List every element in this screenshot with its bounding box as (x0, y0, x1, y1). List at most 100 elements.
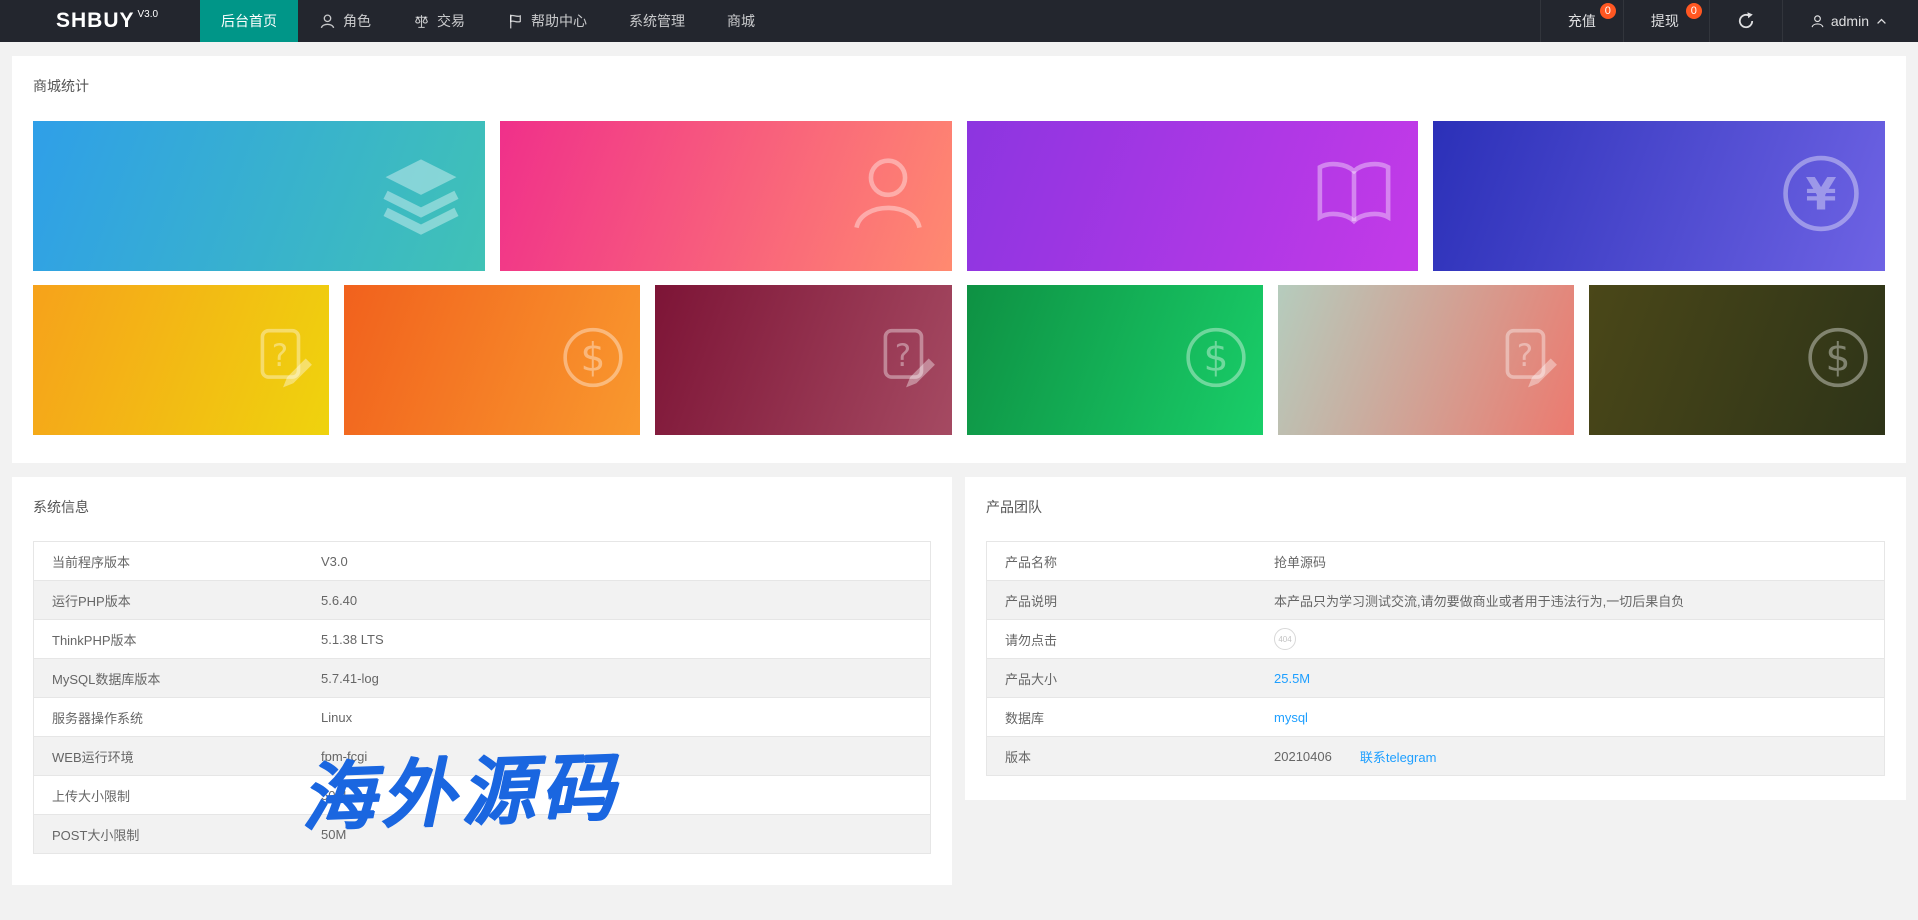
table-row: 运行PHP版本5.6.40 (34, 581, 930, 620)
row-value: V3.0 (321, 554, 930, 569)
row-label: ThinkPHP版本 (34, 630, 321, 649)
row-value: 5.1.38 LTS (321, 632, 930, 647)
system-info-title: 系统信息 (33, 497, 931, 517)
row-label: 产品说明 (987, 591, 1274, 610)
table-row: 当前程序版本V3.0 (34, 542, 930, 581)
book-icon (1312, 152, 1396, 241)
row-value: 50M (321, 788, 930, 803)
row-value: Linux (321, 710, 930, 725)
recharge-badge: 0 (1600, 3, 1616, 19)
row-label: 版本 (987, 747, 1274, 766)
nav-item-system[interactable]: 系统管理 (608, 0, 706, 42)
stat-card-order-total[interactable] (967, 121, 1419, 271)
row-label: 上传大小限制 (34, 786, 321, 805)
withdraw-badge: 0 (1686, 3, 1702, 19)
scales-icon (413, 13, 430, 30)
row-label: 请勿点击 (987, 630, 1274, 649)
person-icon (319, 13, 336, 30)
stat-card-goods-total[interactable] (33, 121, 485, 271)
row-label: POST大小限制 (34, 825, 321, 844)
nav-item-home[interactable]: 后台首页 (200, 0, 298, 42)
row-value: mysql (1274, 710, 1884, 725)
nav-item-mall[interactable]: 商城 (706, 0, 776, 42)
table-row: ThinkPHP版本5.1.38 LTS (34, 620, 930, 659)
stats-row-1: ¥ (33, 121, 1885, 271)
value-text: 5.1.38 LTS (321, 632, 384, 647)
top-navbar: SHBUY V3.0 后台首页角色交易帮助中心系统管理商城 充值0提现0 adm… (0, 0, 1918, 42)
system-info-table: 当前程序版本V3.0运行PHP版本5.6.40ThinkPHP版本5.1.38 … (33, 541, 931, 854)
row-value: 25.5M (1274, 671, 1884, 686)
dollar-circle-icon: $ (1805, 325, 1871, 396)
person-icon (1810, 14, 1825, 29)
stats-panel-title: 商城统计 (33, 76, 1885, 96)
row-label: 产品名称 (987, 552, 1274, 571)
app-logo: SHBUY V3.0 (0, 0, 200, 42)
table-row: 版本20210406 联系telegram (987, 737, 1884, 776)
row-label: 当前程序版本 (34, 552, 321, 571)
nav-item-help[interactable]: 帮助中心 (486, 0, 608, 42)
refresh-button[interactable] (1709, 0, 1782, 42)
edit-note-icon: ? (872, 325, 938, 396)
recharge-button[interactable]: 充值0 (1540, 0, 1623, 42)
table-row: POST大小限制50M (34, 815, 930, 854)
stat-card-user-withdraw[interactable]: $ (344, 285, 640, 435)
stat-card-user-balance[interactable]: $ (1589, 285, 1885, 435)
value-text: 20210406 (1274, 749, 1332, 764)
value-text: 50M (321, 827, 346, 842)
chevron-up-icon (1875, 15, 1888, 28)
main-content: 商城统计 ¥ ?$?$?$ 系统信息 当前程序版本V3.0运行PHP版本5.6.… (0, 42, 1918, 885)
yen-circle-icon: ¥ (1779, 152, 1863, 241)
row-value: 5.6.40 (321, 593, 930, 608)
withdraw-button[interactable]: 提现0 (1623, 0, 1709, 42)
row-label: 服务器操作系统 (34, 708, 321, 727)
table-row: 产品名称抢单源码 (987, 542, 1884, 581)
stat-card-interest-in[interactable]: $ (967, 285, 1263, 435)
refresh-icon (1737, 12, 1755, 30)
value-text: fpm-fcgi (321, 749, 367, 764)
table-row: 上传大小限制50M (34, 776, 930, 815)
nav-item-label: 交易 (437, 11, 465, 31)
svg-text:?: ? (1517, 338, 1533, 374)
table-row: 服务器操作系统Linux (34, 698, 930, 737)
stat-card-order-commission[interactable]: ? (655, 285, 951, 435)
stat-card-sub-commission[interactable]: ? (1278, 285, 1574, 435)
row-label: MySQL数据库版本 (34, 669, 321, 688)
row-label: 产品大小 (987, 669, 1274, 688)
stats-row-2: ? $? $? $ (33, 285, 1885, 435)
row-value: 5.7.41-log (321, 671, 930, 686)
product-team-table: 产品名称抢单源码产品说明本产品只为学习测试交流,请勿要做商业或者用于违法行为,一… (986, 541, 1885, 776)
navbar-right: 充值0提现0 admin (1540, 0, 1918, 42)
table-row: WEB运行环境fpm-fcgi (34, 737, 930, 776)
value-text: 5.7.41-log (321, 671, 379, 686)
table-row: 产品说明本产品只为学习测试交流,请勿要做商业或者用于违法行为,一切后果自负 (987, 581, 1884, 620)
value-link[interactable]: mysql (1274, 710, 1308, 725)
do-not-click-badge[interactable]: 404 (1274, 628, 1296, 650)
recharge-label: 充值 (1568, 11, 1596, 31)
row-label: 运行PHP版本 (34, 591, 321, 610)
nav-item-label: 商城 (727, 11, 755, 31)
table-row: 请勿点击404 (987, 620, 1884, 659)
row-value: 50M (321, 827, 930, 842)
svg-text:?: ? (894, 338, 910, 374)
stat-card-user-total[interactable] (500, 121, 952, 271)
stat-card-order-amount[interactable]: ¥ (1433, 121, 1885, 271)
app-logo-version: V3.0 (138, 9, 159, 20)
value-text: 5.6.40 (321, 593, 357, 608)
value-link[interactable]: 25.5M (1274, 671, 1310, 686)
nav-item-trade[interactable]: 交易 (392, 0, 486, 42)
value-link[interactable]: 联系telegram (1360, 747, 1437, 766)
flag-icon (507, 13, 524, 30)
table-row: 产品大小25.5M (987, 659, 1884, 698)
product-team-panel: 产品团队 产品名称抢单源码产品说明本产品只为学习测试交流,请勿要做商业或者用于违… (965, 477, 1906, 800)
stat-card-user-recharge[interactable]: ? (33, 285, 329, 435)
layers-icon (379, 152, 463, 241)
dollar-circle-icon: $ (560, 325, 626, 396)
user-menu[interactable]: admin (1782, 0, 1918, 42)
nav-item-label: 后台首页 (221, 11, 277, 31)
dollar-circle-icon: $ (1183, 325, 1249, 396)
nav-item-label: 系统管理 (629, 11, 685, 31)
nav-item-roles[interactable]: 角色 (298, 0, 392, 42)
svg-text:$: $ (1203, 336, 1228, 381)
row-label: WEB运行环境 (34, 747, 321, 766)
system-info-panel: 系统信息 当前程序版本V3.0运行PHP版本5.6.40ThinkPHP版本5.… (12, 477, 952, 885)
